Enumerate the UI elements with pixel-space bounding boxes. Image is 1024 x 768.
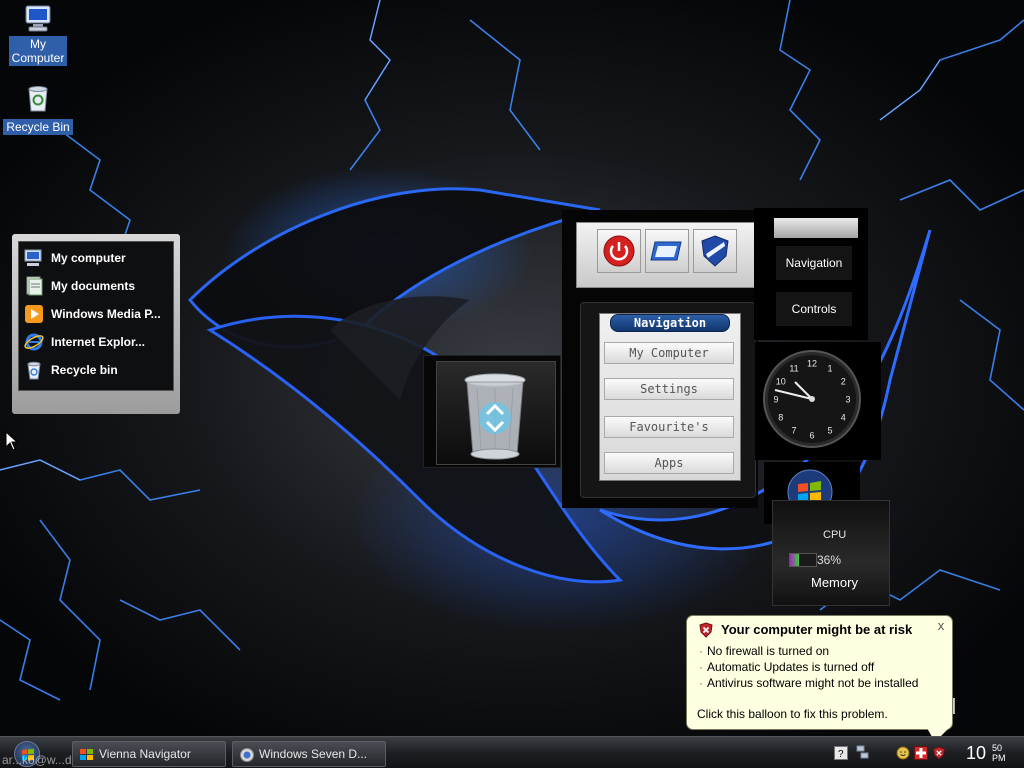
quick-launch-list: My computer My documents Windows Media P… bbox=[18, 241, 174, 391]
balloon-title: Your computer might be at risk bbox=[721, 622, 913, 637]
security-alert-balloon[interactable]: Your computer might be at risk x · No fir… bbox=[686, 615, 953, 742]
nav-button-favourites[interactable]: Favourite's bbox=[604, 416, 734, 438]
clock-number: 12 bbox=[807, 359, 817, 369]
power-icon bbox=[603, 235, 635, 267]
side-panel-top-bar bbox=[774, 218, 858, 238]
clock-gadget: 12 1 2 3 4 5 6 7 8 9 10 11 bbox=[755, 342, 881, 460]
balloon-line: · Antivirus software might not be install… bbox=[699, 676, 919, 690]
window-button[interactable] bbox=[645, 229, 689, 273]
navigation-gadget-panel: Navigation My Computer Settings Favourit… bbox=[562, 210, 758, 508]
security-button[interactable] bbox=[693, 229, 737, 273]
recycle-bin-icon bbox=[23, 359, 45, 381]
taskbar: ar...ko@w...de Vienna Navigator Windows … bbox=[0, 736, 1024, 768]
network-icon[interactable] bbox=[856, 744, 870, 762]
red-cross-tray-icon[interactable] bbox=[914, 746, 928, 760]
quick-launch-item-my-computer[interactable]: My computer bbox=[19, 244, 173, 272]
desktop-icon-my-computer[interactable]: My Computer bbox=[4, 2, 72, 66]
power-controls-bar bbox=[576, 222, 756, 288]
tray-clock-hour[interactable]: 10 bbox=[966, 743, 986, 764]
quick-launch-gadget: My computer My documents Windows Media P… bbox=[12, 234, 180, 414]
clock-face: 12 12 3 45 6 789 1011 bbox=[763, 350, 861, 448]
recycle-bin-gadget[interactable] bbox=[423, 355, 561, 468]
nav-button-apps[interactable]: Apps bbox=[604, 452, 734, 474]
navigation-menu: Navigation My Computer Settings Favourit… bbox=[599, 313, 741, 481]
balloon-fix-link[interactable]: Click this balloon to fix this problem. bbox=[697, 707, 888, 721]
desktop-icon-recycle-bin[interactable]: Recycle Bin bbox=[2, 82, 74, 135]
quick-launch-label: Recycle bin bbox=[51, 363, 118, 377]
screenshot-watermark: ar...ko@w...de bbox=[2, 753, 79, 767]
clock-number: 8 bbox=[778, 413, 783, 423]
clock-number: 1 bbox=[827, 363, 832, 373]
side-controls-button[interactable]: Controls bbox=[776, 292, 852, 326]
clock-number: 2 bbox=[841, 377, 846, 387]
clock-number: 5 bbox=[827, 426, 832, 436]
navigation-menu-box: Navigation My Computer Settings Favourit… bbox=[580, 302, 756, 498]
clock-number: 7 bbox=[791, 426, 796, 436]
cpu-label: CPU bbox=[823, 529, 847, 541]
quick-launch-label: My computer bbox=[51, 251, 126, 265]
recycle-bin-icon bbox=[22, 82, 54, 114]
clock-number: 3 bbox=[845, 395, 850, 405]
cpu-usage-fill bbox=[790, 554, 800, 566]
balloon-line: · Automatic Updates is turned off bbox=[699, 660, 875, 674]
internet-explorer-icon bbox=[23, 331, 45, 353]
nav-button-my-computer[interactable]: My Computer bbox=[604, 342, 734, 364]
cpu-usage-bar bbox=[789, 553, 817, 567]
smiley-tray-icon[interactable] bbox=[896, 746, 910, 760]
security-center-tray-icon[interactable] bbox=[932, 746, 946, 760]
desktop-icon-label: My Computer bbox=[8, 36, 68, 66]
clock-number: 4 bbox=[841, 413, 846, 423]
system-meter-gadget: CPU 36% Memory bbox=[772, 500, 890, 606]
clock-number: 11 bbox=[789, 363, 798, 373]
clock-number: 6 bbox=[809, 431, 814, 441]
taskbar-button-windows-seven[interactable]: Windows Seven D... bbox=[232, 741, 386, 767]
quick-launch-label: My documents bbox=[51, 279, 136, 293]
mouse-cursor-icon bbox=[5, 431, 19, 451]
quick-launch-item-my-documents[interactable]: My documents bbox=[19, 272, 173, 300]
recycle-bin-gadget-frame bbox=[436, 361, 556, 465]
my-computer-icon bbox=[22, 2, 54, 34]
documents-icon bbox=[23, 275, 45, 297]
gadget-app-icon bbox=[240, 748, 254, 762]
quick-launch-label: Internet Explor... bbox=[51, 335, 146, 349]
svg-text:?: ? bbox=[838, 749, 844, 760]
quick-launch-label: Windows Media P... bbox=[51, 307, 161, 321]
help-icon[interactable]: ? bbox=[834, 746, 848, 760]
memory-label: Memory bbox=[811, 575, 858, 590]
taskbar-button-label: Vienna Navigator bbox=[99, 747, 191, 761]
balloon-close-button[interactable]: x bbox=[934, 619, 948, 633]
media-player-icon bbox=[23, 303, 45, 325]
shield-icon bbox=[701, 235, 729, 267]
computer-icon bbox=[23, 247, 45, 269]
side-controls-panel: Navigation Controls bbox=[754, 208, 868, 340]
quick-launch-item-recycle-bin[interactable]: Recycle bin bbox=[19, 356, 173, 384]
tray-clock-minutes: 50 PM bbox=[992, 743, 1006, 763]
cpu-percent: 36% bbox=[817, 553, 842, 567]
desktop-icon-label: Recycle Bin bbox=[3, 119, 73, 135]
window-icon bbox=[650, 241, 682, 261]
clock-number: 9 bbox=[773, 395, 778, 405]
taskbar-button-label: Windows Seven D... bbox=[259, 747, 368, 761]
system-tray: ? 10 50 PM bbox=[826, 741, 1024, 767]
quick-launch-item-internet-explorer[interactable]: Internet Explor... bbox=[19, 328, 173, 356]
windows-flag-icon bbox=[80, 749, 93, 760]
quick-launch-item-media-player[interactable]: Windows Media P... bbox=[19, 300, 173, 328]
navigation-title: Navigation bbox=[610, 314, 730, 332]
taskbar-button-vienna-navigator[interactable]: Vienna Navigator bbox=[72, 741, 226, 767]
nav-button-settings[interactable]: Settings bbox=[604, 378, 734, 400]
balloon-line: · No firewall is turned on bbox=[699, 644, 830, 658]
side-navigation-button[interactable]: Navigation bbox=[776, 246, 852, 280]
security-shield-icon bbox=[699, 622, 713, 638]
recycle-bin-icon bbox=[464, 373, 526, 460]
power-button[interactable] bbox=[597, 229, 641, 273]
clock-number: 10 bbox=[776, 377, 786, 387]
